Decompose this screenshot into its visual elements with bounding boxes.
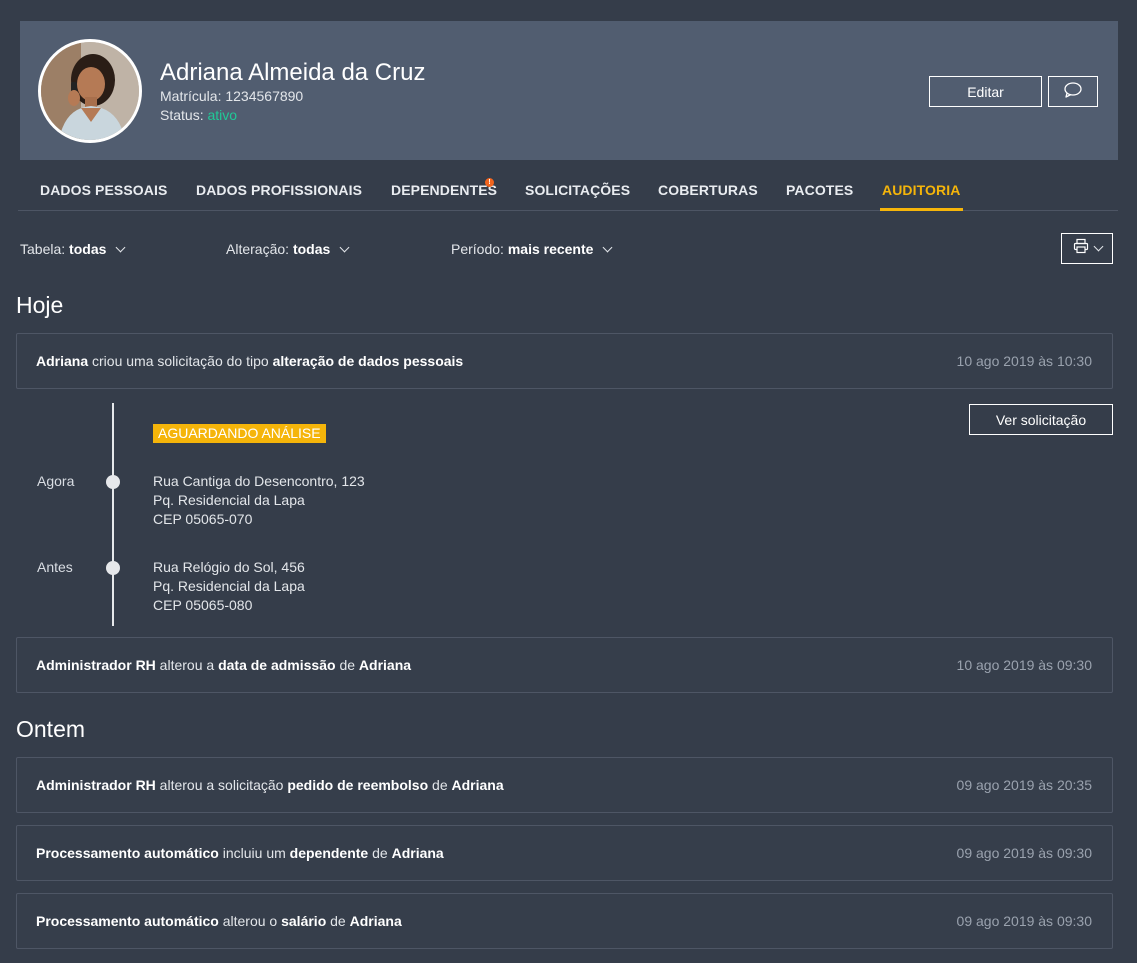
event-actor: Administrador RH — [36, 777, 156, 793]
address-line: Pq. Residencial da Lapa — [153, 578, 305, 594]
edit-button[interactable]: Editar — [929, 76, 1042, 107]
status-value: ativo — [207, 107, 238, 123]
event-time: 09 ago 2019 às 09:30 — [956, 845, 1092, 861]
event-description: Administrador RH alterou a solicitação p… — [36, 777, 504, 793]
status-line: Status: ativo — [160, 107, 237, 123]
tab-bar: DADOS PESSOAIS DADOS PROFISSIONAIS DEPEN… — [18, 168, 1118, 211]
timeline-dot-now — [106, 475, 120, 489]
address-now: Rua Cantiga do Desencontro, 123 Pq. Resi… — [153, 472, 365, 529]
event-object: dependente — [289, 845, 369, 861]
tab-dados-pessoais[interactable]: DADOS PESSOAIS — [40, 182, 167, 198]
timeline-label-before: Antes — [37, 559, 73, 575]
event-actor: Administrador RH — [36, 657, 156, 673]
address-line: Rua Cantiga do Desencontro, 123 — [153, 473, 365, 489]
event-text: de — [368, 845, 392, 861]
printer-icon — [1073, 238, 1089, 259]
event-description: Adriana criou uma solicitação do tipo al… — [36, 353, 463, 369]
event-time: 10 ago 2019 às 09:30 — [956, 657, 1092, 673]
avatar — [38, 39, 142, 143]
chevron-down-icon — [602, 242, 613, 253]
matricula-label: Matrícula: — [160, 88, 222, 104]
print-button[interactable] — [1061, 233, 1113, 264]
chevron-down-icon — [1093, 241, 1103, 252]
message-button[interactable] — [1048, 76, 1098, 107]
tab-dependentes[interactable]: DEPENDENTES — [391, 182, 497, 198]
tab-auditoria[interactable]: AUDITORIA — [882, 182, 960, 198]
event-text: incluiu um — [218, 845, 290, 861]
audit-event[interactable]: Processamento automático alterou o salár… — [16, 893, 1113, 949]
tab-solicitacoes[interactable]: SOLICITAÇÕES — [525, 182, 630, 198]
event-target: Adriana — [391, 845, 444, 861]
event-description: Processamento automático alterou o salár… — [36, 913, 402, 929]
active-tab-indicator — [880, 208, 963, 211]
event-text: alterou o — [218, 913, 282, 929]
event-actor: Adriana — [36, 353, 89, 369]
chevron-down-icon — [339, 242, 350, 253]
event-object: salário — [281, 913, 327, 929]
section-title-yesterday: Ontem — [16, 716, 86, 742]
filter-tabela-value: todas — [69, 241, 107, 257]
tab-coberturas[interactable]: COBERTURAS — [658, 182, 758, 198]
filter-periodo-label: Período: — [451, 241, 504, 257]
event-text: de — [428, 777, 452, 793]
event-time: 09 ago 2019 às 09:30 — [956, 913, 1092, 929]
address-before: Rua Relógio do Sol, 456 Pq. Residencial … — [153, 558, 305, 615]
profile-name: Adriana Almeida da Cruz — [160, 59, 426, 86]
event-text: de — [326, 913, 350, 929]
timeline-line — [112, 403, 114, 626]
event-actor: Processamento automático — [36, 845, 219, 861]
view-request-button[interactable]: Ver solicitação — [969, 404, 1113, 435]
address-line: CEP 05065-070 — [153, 511, 253, 527]
status-badge: AGUARDANDO ANÁLISE — [153, 424, 326, 443]
audit-event[interactable]: Processamento automático incluiu um depe… — [16, 825, 1113, 881]
filter-periodo-value: mais recente — [507, 241, 594, 257]
filter-alteracao-label: Alteração: — [226, 241, 290, 257]
filter-alteracao[interactable]: Alteração: todas — [226, 241, 350, 257]
event-actor: Processamento automático — [36, 913, 219, 929]
tab-pacotes[interactable]: PACOTES — [786, 182, 853, 198]
event-object: pedido de reembolso — [287, 777, 429, 793]
event-object: alteração de dados pessoais — [272, 353, 464, 369]
event-time: 09 ago 2019 às 20:35 — [956, 777, 1092, 793]
audit-event[interactable]: Administrador RH alterou a data de admis… — [16, 637, 1113, 693]
event-time: 10 ago 2019 às 10:30 — [956, 353, 1092, 369]
audit-event[interactable]: Administrador RH alterou a solicitação p… — [16, 757, 1113, 813]
address-line: Pq. Residencial da Lapa — [153, 492, 305, 508]
matricula-value: 1234567890 — [225, 88, 304, 104]
alert-badge: ! — [485, 178, 494, 187]
event-object: data de admissão — [218, 657, 336, 673]
chevron-down-icon — [115, 242, 126, 253]
address-line: Rua Relógio do Sol, 456 — [153, 559, 305, 575]
address-line: CEP 05065-080 — [153, 597, 253, 613]
section-title-today: Hoje — [16, 292, 64, 318]
event-description: Administrador RH alterou a data de admis… — [36, 657, 411, 673]
event-text: criou uma solicitação do tipo — [88, 353, 273, 369]
event-text: de — [335, 657, 359, 673]
event-description: Processamento automático incluiu um depe… — [36, 845, 444, 861]
profile-header: Adriana Almeida da Cruz Matrícula: 12345… — [20, 21, 1118, 160]
event-text: alterou a — [155, 657, 219, 673]
timeline-dot-before — [106, 561, 120, 575]
event-target: Adriana — [358, 657, 412, 673]
filter-periodo[interactable]: Período: mais recente — [451, 241, 613, 257]
tab-dados-profissionais[interactable]: DADOS PROFISSIONAIS — [196, 182, 362, 198]
timeline-label-now: Agora — [37, 473, 75, 489]
chat-bubble-icon — [1063, 82, 1083, 101]
matricula-line: Matrícula: 1234567890 — [160, 88, 303, 104]
status-label: Status: — [160, 107, 204, 123]
filter-tabela-label: Tabela: — [20, 241, 66, 257]
event-target: Adriana — [349, 913, 402, 929]
event-target: Adriana — [451, 777, 504, 793]
filter-alteracao-value: todas — [292, 241, 331, 257]
audit-event[interactable]: Adriana criou uma solicitação do tipo al… — [16, 333, 1113, 389]
filter-tabela[interactable]: Tabela: todas — [20, 241, 126, 257]
event-text: alterou a solicitação — [155, 777, 288, 793]
